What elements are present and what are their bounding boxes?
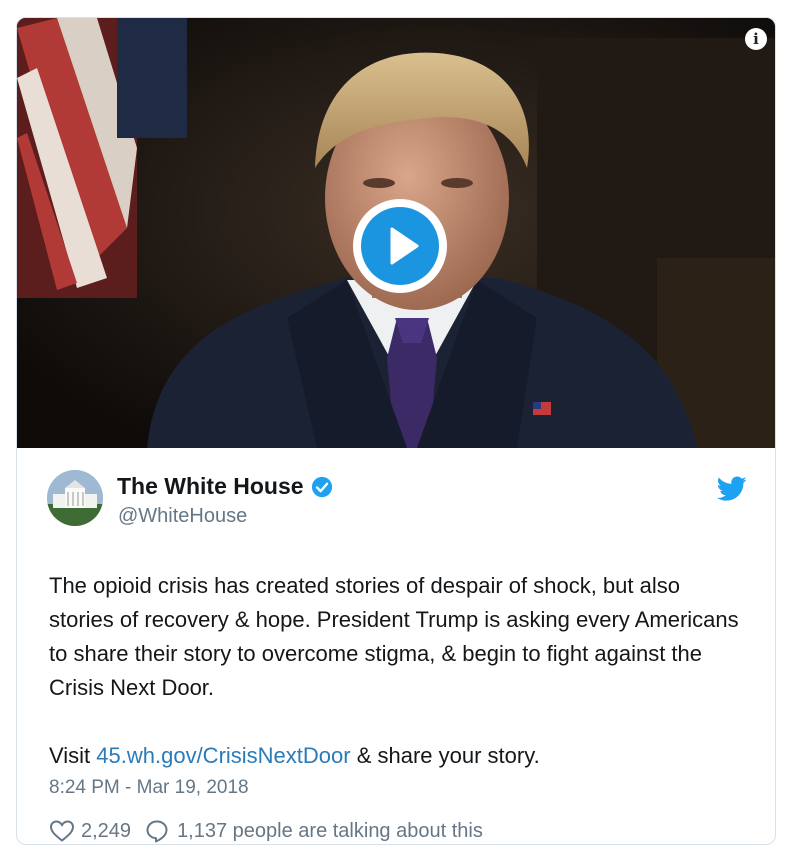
display-name[interactable]: The White House (117, 473, 304, 500)
white-house-avatar-image (47, 470, 103, 526)
play-icon (390, 227, 419, 265)
heart-icon[interactable] (49, 819, 75, 843)
info-icon[interactable]: i (745, 28, 767, 50)
tweet-visit-line: Visit 45.wh.gov/CrisisNextDoor & share y… (49, 739, 749, 773)
tweet-actions: 2,249 1,137 people are talking about thi… (49, 819, 483, 843)
avatar[interactable] (47, 470, 103, 526)
tweet-text: The opioid crisis has created stories of… (49, 569, 749, 773)
visit-prefix: Visit (49, 743, 97, 768)
verified-badge-icon (311, 476, 332, 497)
comment-bubble-icon[interactable] (145, 819, 169, 843)
visit-suffix: & share your story. (350, 743, 540, 768)
author-handle[interactable]: @WhiteHouse (118, 505, 247, 528)
tweet-card: i The White House @WhiteHouse The opioid… (16, 17, 776, 845)
twitter-bird-icon[interactable] (717, 476, 747, 502)
crisis-next-door-link[interactable]: 45.wh.gov/CrisisNextDoor (96, 743, 350, 768)
like-count[interactable]: 2,249 (81, 820, 131, 843)
video-thumbnail[interactable]: i (17, 18, 775, 448)
play-button[interactable] (353, 199, 447, 293)
talking-count[interactable]: 1,137 people are talking about this (177, 820, 483, 843)
tweet-paragraph: The opioid crisis has created stories of… (49, 573, 739, 700)
author-name-row[interactable]: The White House (117, 473, 333, 500)
tweet-timestamp[interactable]: 8:24 PM - Mar 19, 2018 (49, 777, 249, 799)
